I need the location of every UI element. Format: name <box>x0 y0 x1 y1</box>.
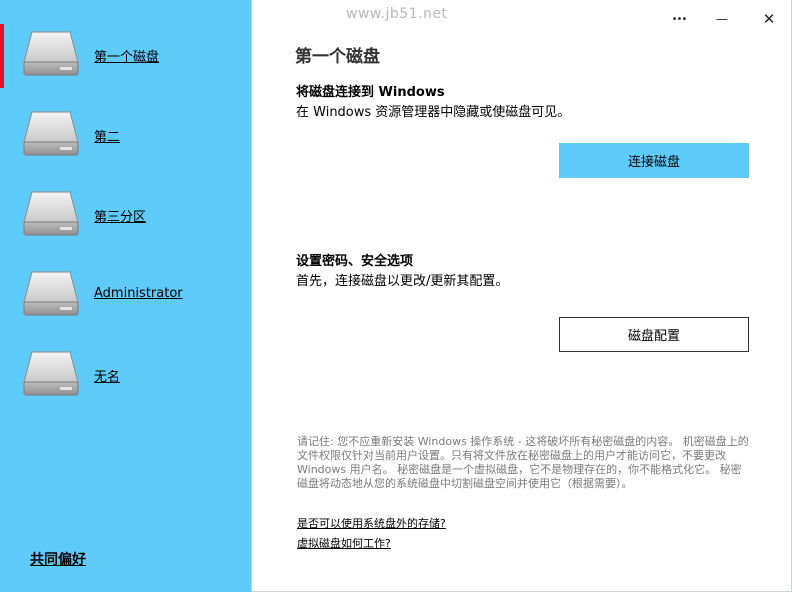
sidebar-item-disk-5[interactable]: 无名 <box>0 344 251 408</box>
security-section-heading: 设置密码、安全选项 <box>296 254 414 269</box>
security-section-description: 首先，连接磁盘以更改/更新其配置。 <box>296 274 509 289</box>
minimize-button[interactable]: — <box>707 6 737 32</box>
sidebar-item-label[interactable]: 第三分区 <box>94 206 146 225</box>
close-button[interactable]: ✕ <box>754 6 784 32</box>
external-storage-help-link[interactable]: 是否可以使用系统盘外的存储? <box>297 515 446 531</box>
common-preferences-link[interactable]: 共同偏好 <box>30 549 86 569</box>
hard-disk-icon <box>23 351 79 396</box>
watermark: www.jb51.net <box>346 6 448 22</box>
hard-disk-icon <box>23 31 79 76</box>
page-title: 第一个磁盘 <box>295 47 380 67</box>
minimize-icon: — <box>716 12 728 26</box>
sidebar: 第一个磁盘 第二 第三分区 Administrator 无名 共同偏好 <box>0 0 251 592</box>
more-icon: ••• <box>671 13 688 25</box>
warning-notice: 请记住: 您不应重新安装 Windows 操作系统 - 这将破坏所有秘密磁盘的内… <box>297 435 749 490</box>
sidebar-item-label[interactable]: 第一个磁盘 <box>94 46 159 65</box>
disk-config-button[interactable]: 磁盘配置 <box>559 317 749 352</box>
sidebar-item-label[interactable]: 第二 <box>94 126 120 145</box>
sidebar-item-label[interactable]: 无名 <box>94 366 120 385</box>
sidebar-item-disk-2[interactable]: 第二 <box>0 104 251 168</box>
sidebar-item-label[interactable]: Administrator <box>94 286 183 301</box>
sidebar-item-disk-4[interactable]: Administrator <box>0 264 251 328</box>
close-icon: ✕ <box>762 10 776 28</box>
more-options-button[interactable]: ••• <box>664 6 694 32</box>
hard-disk-icon <box>23 111 79 156</box>
main-panel: www.jb51.net ••• — ✕ 第一个磁盘 将磁盘连接到 Window… <box>251 0 792 592</box>
sidebar-item-disk-3[interactable]: 第三分区 <box>0 184 251 248</box>
connect-section-description: 在 Windows 资源管理器中隐藏或使磁盘可见。 <box>296 105 571 120</box>
sidebar-item-disk-1[interactable]: 第一个磁盘 <box>0 24 251 88</box>
virtual-disk-help-link[interactable]: 虚拟磁盘如何工作? <box>297 535 391 551</box>
hard-disk-icon <box>23 271 79 316</box>
connect-disk-button[interactable]: 连接磁盘 <box>559 143 749 178</box>
connect-section-heading: 将磁盘连接到 Windows <box>296 85 445 100</box>
hard-disk-icon <box>23 191 79 236</box>
